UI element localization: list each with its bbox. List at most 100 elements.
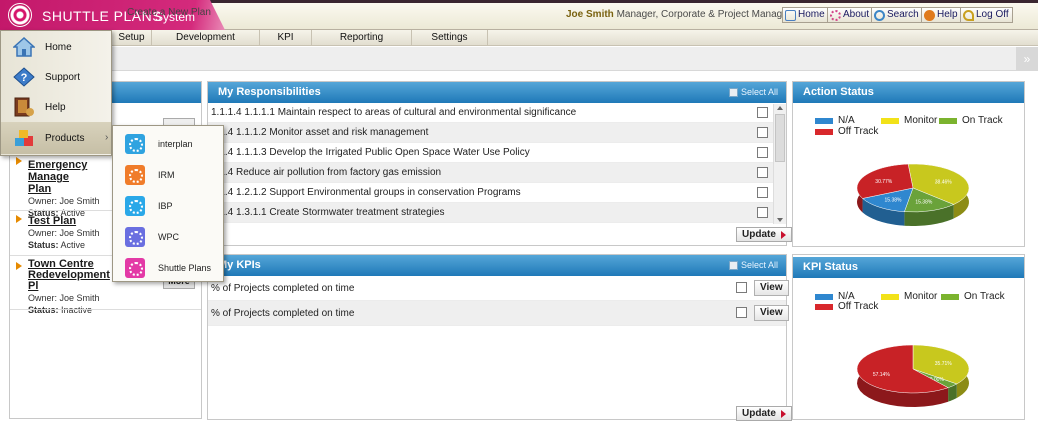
pie-slice-label: 38.46% — [935, 180, 953, 186]
expand-arrow-icon[interactable]: » — [1016, 47, 1038, 71]
search-button-label: Search — [887, 9, 919, 20]
legend-label: On Track — [964, 291, 1005, 302]
plan-status-label: Status: — [28, 305, 59, 315]
nav-kpi[interactable]: KPI — [260, 30, 312, 46]
kpi-checkbox[interactable] — [736, 282, 747, 293]
ibp-icon — [125, 196, 145, 216]
product-label: Shuttle Plans — [158, 263, 212, 273]
select-all-checkbox[interactable] — [728, 261, 738, 270]
menu-item-label: Help — [45, 102, 66, 113]
responsibility-text: 1.1.4 1.2.1.2 Support Environmental grou… — [211, 187, 521, 198]
select-all-kpis[interactable]: Select All — [728, 255, 778, 276]
plan-status-label: Status: — [28, 240, 59, 250]
view-kpi-button[interactable]: View — [754, 305, 789, 321]
responsibility-row: 1.1.4 Reduce air pollution from factory … — [208, 163, 786, 183]
main-menu: Home ? Support Help Products › — [0, 30, 112, 156]
product-irm[interactable]: IRM — [113, 159, 223, 190]
user-name: Joe Smith — [566, 9, 614, 20]
responsibility-checkbox[interactable] — [757, 107, 768, 118]
plan-arrow-icon — [16, 157, 24, 165]
log-off-button-label: Log Off — [976, 9, 1009, 20]
product-label: interplan — [158, 139, 193, 149]
legend-swatch — [815, 128, 833, 135]
select-all-responsibilities[interactable]: Select All — [728, 82, 778, 103]
responsibility-checkbox[interactable] — [757, 207, 768, 218]
responsibility-checkbox[interactable] — [757, 187, 768, 198]
menu-item-help[interactable]: Help — [1, 92, 111, 122]
nav-reporting[interactable]: Reporting — [312, 30, 412, 46]
nav-setup[interactable]: Setup — [112, 30, 152, 46]
scrollbar-thumb[interactable] — [775, 114, 785, 162]
select-all-checkbox[interactable] — [728, 88, 738, 97]
responsibilities-header: My Responsibilities Select All — [208, 82, 786, 103]
responsibility-row: 1.1.4 1.1.1.2 Monitor asset and risk man… — [208, 123, 786, 143]
responsibilities-scrollbar[interactable] — [773, 104, 786, 224]
kpi-text: % of Projects completed on time — [211, 283, 355, 294]
responsibility-checkbox[interactable] — [757, 147, 768, 158]
info-icon — [830, 9, 841, 21]
pie-slice-label: 15.38% — [885, 198, 903, 204]
plan-title-link[interactable]: Test Plan — [28, 215, 118, 227]
update-kpis-button[interactable]: Update — [736, 406, 792, 421]
submenu-arrow-icon: › — [105, 132, 109, 143]
search-button[interactable]: Search — [871, 7, 923, 23]
about-button[interactable]: About — [827, 7, 874, 23]
product-wpc[interactable]: WPC — [113, 221, 223, 252]
kpi-checkbox[interactable] — [736, 307, 747, 318]
action-status-pie: 38.46% 15.38% 15.38% 30.77% — [856, 163, 970, 226]
log-off-button[interactable]: Log Off — [960, 7, 1013, 23]
user-role: Manager, Corporate & Project Management — [616, 9, 811, 20]
responsibility-text: 1.1.4 1.3.1.1 Create Stormwater treatmen… — [211, 207, 445, 218]
kpi-row: % of Projects completed on time View — [208, 276, 789, 301]
responsibility-row: 1.1.4 1.1.1.3 Develop the Irrigated Publ… — [208, 143, 786, 163]
kpi-status-panel: KPI Status N/A Monitor On Track Off Trac… — [792, 254, 1025, 420]
legend-label: On Track — [962, 115, 1003, 126]
legend-label: Monitor — [904, 291, 938, 302]
pie-slice-label: 15.38% — [915, 200, 933, 206]
plan-status: Inactive — [61, 305, 93, 315]
responsibility-checkbox[interactable] — [757, 167, 768, 178]
legend-swatch — [881, 117, 899, 124]
user-info: Joe Smith Manager, Corporate & Project M… — [566, 9, 810, 20]
menu-item-support[interactable]: ? Support — [1, 62, 111, 92]
create-new-plan-link[interactable]: Create a New Plan — [127, 7, 211, 18]
home-icon — [13, 37, 35, 57]
kpis-panel: My KPIs Select All % of Projects complet… — [207, 254, 792, 421]
product-ibp[interactable]: IBP — [113, 190, 223, 221]
menu-item-label: Support — [45, 72, 81, 83]
scroll-down-icon[interactable] — [777, 218, 783, 222]
responsibility-text: 1.1.4 Reduce air pollution from factory … — [211, 167, 442, 178]
view-kpi-button[interactable]: View — [754, 280, 789, 296]
legend-item: Monitor — [881, 291, 937, 302]
plan-item: Test Plan Owner: Joe Smith Status: Activ… — [28, 215, 118, 251]
arrow-right-icon — [780, 409, 786, 418]
menu-item-home[interactable]: Home — [1, 32, 111, 62]
svg-text:?: ? — [21, 72, 28, 84]
products-submenu: interplan IRM IBP WPC Shuttle Plans — [112, 125, 224, 282]
help-button[interactable]: Help — [921, 7, 962, 23]
menu-item-label: Home — [45, 42, 72, 53]
legend-item: Off Track — [815, 126, 878, 137]
kpi-status-header: KPI Status — [793, 257, 1024, 278]
action-status-panel: Action Status N/A Monitor On Track Off T… — [792, 81, 1025, 247]
select-all-label: Select All — [740, 260, 778, 270]
wpc-icon — [125, 227, 145, 247]
plan-title-link[interactable]: Emergency Manage Plan — [28, 159, 118, 195]
product-shuttle-plans[interactable]: Shuttle Plans — [113, 252, 223, 283]
sub-nav — [0, 47, 1038, 71]
product-interplan[interactable]: interplan — [113, 128, 223, 159]
update-responsibilities-button[interactable]: Update — [736, 227, 792, 242]
responsibility-checkbox[interactable] — [757, 127, 768, 138]
kpis-title: My KPIs — [218, 259, 261, 271]
plan-owner: Owner: Joe Smith — [28, 228, 100, 238]
nav-settings[interactable]: Settings — [412, 30, 488, 46]
product-label: IRM — [158, 170, 175, 180]
menu-item-products[interactable]: Products › — [1, 122, 111, 154]
plan-title-link[interactable]: Town Centre Redevelopment Pl — [28, 259, 118, 292]
nav-development[interactable]: Development — [152, 30, 260, 46]
plan-status: Active — [60, 240, 86, 250]
kpi-row: % of Projects completed on time View — [208, 301, 789, 326]
scroll-up-icon[interactable] — [777, 106, 783, 110]
home-button[interactable]: Home — [782, 7, 829, 23]
update-label: Update — [742, 229, 776, 240]
